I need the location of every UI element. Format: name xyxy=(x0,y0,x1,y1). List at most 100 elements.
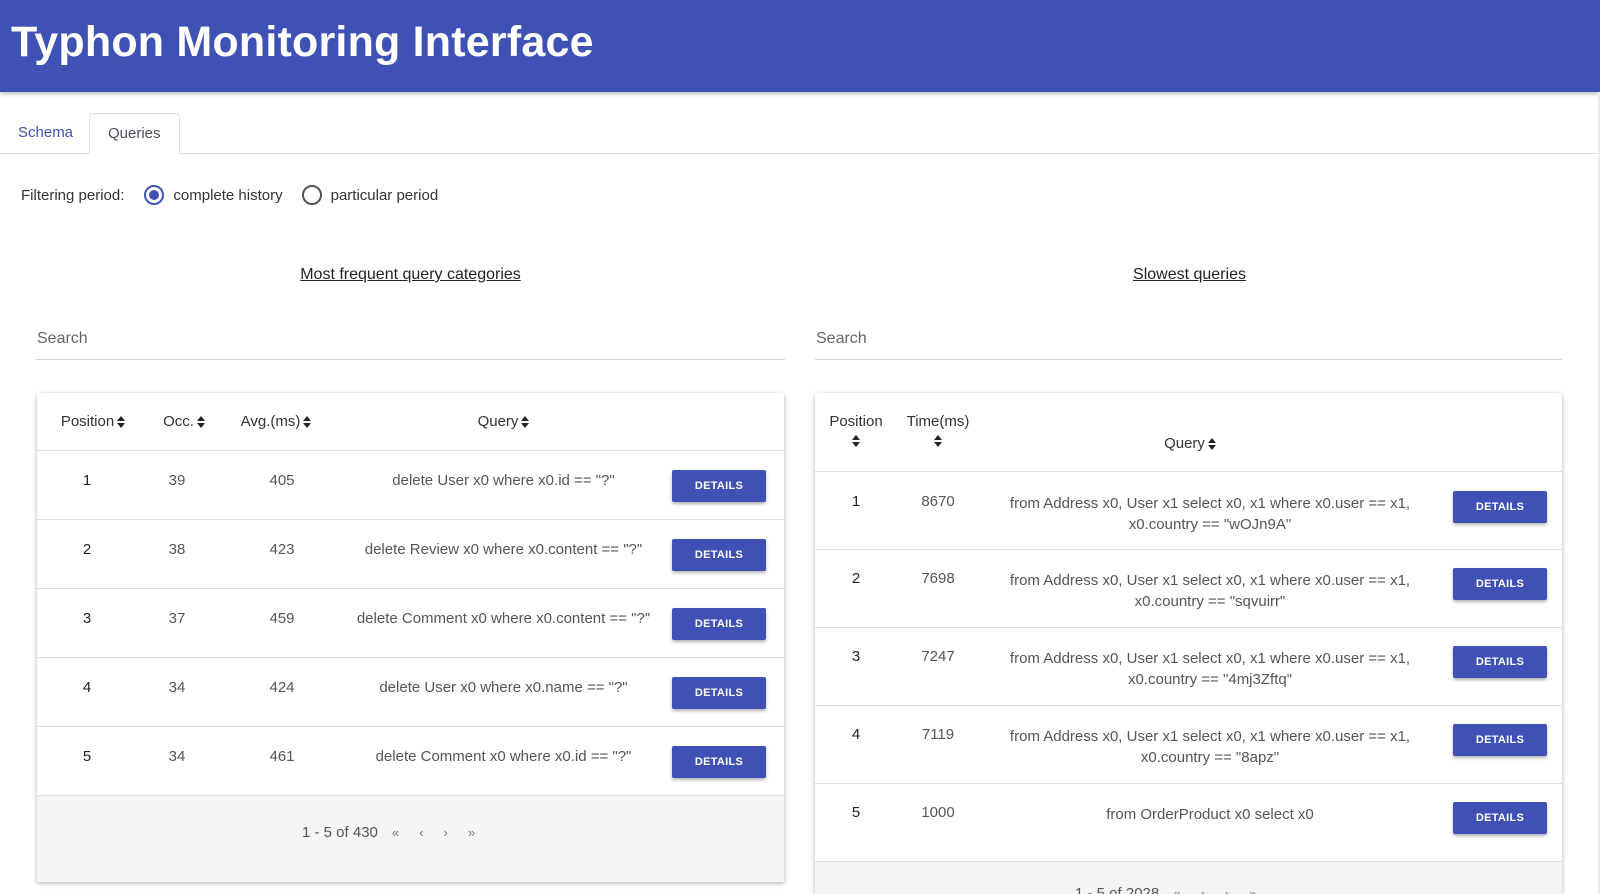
sort-icon[interactable] xyxy=(521,415,530,429)
radio-unchecked-icon[interactable] xyxy=(301,185,322,205)
details-button[interactable]: DETAILS xyxy=(672,677,766,709)
table-row: 4 34 424 delete User x0 where x0.name ==… xyxy=(37,658,784,727)
cell-time: 7247 xyxy=(921,648,955,665)
cell-occ: 37 xyxy=(168,610,186,627)
details-button[interactable]: DETAILS xyxy=(672,539,766,571)
last-page-icon[interactable]: » xyxy=(1249,886,1256,894)
sort-icon[interactable] xyxy=(196,415,205,429)
details-button[interactable]: DETAILS xyxy=(1453,568,1547,600)
app-title: Typhon Monitoring Interface xyxy=(11,18,594,66)
radio-label-complete-history: complete history xyxy=(173,186,283,204)
col-occ[interactable]: Occ. xyxy=(149,413,219,430)
prev-page-icon[interactable]: ‹ xyxy=(419,825,423,840)
col-query[interactable]: Query xyxy=(337,413,670,430)
last-page-icon[interactable]: » xyxy=(468,825,475,840)
tab-queries[interactable]: Queries xyxy=(89,113,180,155)
radio-label-particular-period: particular period xyxy=(330,186,439,204)
tab-bar: Schema Queries xyxy=(0,113,1598,155)
cell-query: from Address x0, User x1 select x0, x1 w… xyxy=(1009,728,1411,766)
cell-query: from OrderProduct x0 select x0 xyxy=(1106,806,1314,823)
details-button[interactable]: DETAILS xyxy=(1453,646,1547,678)
cell-query: delete Review x0 where x0.content == "?" xyxy=(364,541,643,558)
table-row: 1 39 405 delete User x0 where x0.id == "… xyxy=(37,451,784,520)
sort-icon[interactable] xyxy=(303,415,312,429)
next-page-icon[interactable]: › xyxy=(1225,886,1229,894)
details-button[interactable]: DETAILS xyxy=(1453,802,1547,834)
table-row: 2 7698 from Address x0, User x1 select x… xyxy=(815,550,1562,628)
left-table-card: Position Occ. Avg.(ms) Query 1 39 405 de… xyxy=(37,393,784,882)
cell-position: 3 xyxy=(82,610,92,627)
prev-page-icon[interactable]: ‹ xyxy=(1200,886,1204,894)
filter-row: Filtering period: complete history parti… xyxy=(21,183,457,207)
cell-query: from Address x0, User x1 select x0, x1 w… xyxy=(1009,650,1411,688)
left-search-input[interactable]: Search xyxy=(36,322,785,360)
cell-query: from Address x0, User x1 select x0, x1 w… xyxy=(1009,572,1411,610)
details-button[interactable]: DETAILS xyxy=(1453,491,1547,523)
radio-particular-period[interactable]: particular period xyxy=(301,185,439,205)
next-page-icon[interactable]: › xyxy=(443,825,447,840)
radio-checked-icon[interactable] xyxy=(144,185,165,205)
tab-schema[interactable]: Schema xyxy=(0,113,91,154)
cell-query: delete Comment x0 where x0.content == "?… xyxy=(356,610,651,627)
left-table-header: Position Occ. Avg.(ms) Query xyxy=(37,393,784,451)
cell-avg: 459 xyxy=(269,610,295,627)
left-panel-title[interactable]: Most frequent query categories xyxy=(36,266,785,284)
cell-position: 1 xyxy=(851,493,861,510)
table-row: 5 1000 from OrderProduct x0 select x0 DE… xyxy=(815,784,1562,862)
sort-icon[interactable] xyxy=(934,434,942,448)
filter-label: Filtering period: xyxy=(21,186,125,204)
details-button[interactable]: DETAILS xyxy=(672,608,766,640)
cell-position: 2 xyxy=(851,570,861,587)
cell-occ: 34 xyxy=(168,748,186,765)
cell-avg: 461 xyxy=(269,748,295,765)
right-table-card: Position Time(ms) Query 1 8670 from Addr… xyxy=(815,393,1562,894)
cell-position: 3 xyxy=(851,648,861,665)
sort-icon[interactable] xyxy=(117,415,126,429)
pager: 1 - 5 of 430 « ‹ › » xyxy=(302,824,475,841)
table-row: 5 34 461 delete Comment x0 where x0.id =… xyxy=(37,727,784,796)
cell-occ: 34 xyxy=(168,679,186,696)
table-row: 1 8670 from Address x0, User x1 select x… xyxy=(815,472,1562,550)
right-search-input[interactable]: Search xyxy=(815,322,1562,360)
cell-position: 4 xyxy=(851,726,861,743)
right-table-header: Position Time(ms) Query xyxy=(815,393,1562,472)
cell-query: delete User x0 where x0.name == "?" xyxy=(379,679,628,696)
col-position[interactable]: Position xyxy=(823,413,889,449)
table-row: 3 7247 from Address x0, User x1 select x… xyxy=(815,628,1562,706)
details-button[interactable]: DETAILS xyxy=(672,470,766,502)
col-time[interactable]: Time(ms) xyxy=(903,413,973,449)
cell-query: delete User x0 where x0.id == "?" xyxy=(392,472,615,489)
cell-time: 8670 xyxy=(921,493,955,510)
cell-position: 5 xyxy=(82,748,92,765)
sort-icon[interactable] xyxy=(852,434,860,448)
left-pagination: 1 - 5 of 430 « ‹ › » xyxy=(37,796,784,882)
cell-occ: 38 xyxy=(168,541,186,558)
cell-time: 7698 xyxy=(921,570,955,587)
details-button[interactable]: DETAILS xyxy=(1453,724,1547,756)
col-avg[interactable]: Avg.(ms) xyxy=(222,413,330,430)
cell-avg: 405 xyxy=(269,472,295,489)
cell-position: 1 xyxy=(82,472,92,489)
cell-occ: 39 xyxy=(168,472,186,489)
cell-time: 7119 xyxy=(921,726,955,743)
cell-position: 5 xyxy=(851,804,861,821)
cell-position: 2 xyxy=(82,541,92,558)
col-position[interactable]: Position xyxy=(43,413,143,430)
table-row: 4 7119 from Address x0, User x1 select x… xyxy=(815,706,1562,784)
radio-complete-history[interactable]: complete history xyxy=(144,185,283,205)
cell-avg: 423 xyxy=(269,541,295,558)
cell-avg: 424 xyxy=(269,679,295,696)
app-header: Typhon Monitoring Interface xyxy=(0,0,1600,92)
table-row: 3 37 459 delete Comment x0 where x0.cont… xyxy=(37,589,784,658)
first-page-icon[interactable]: « xyxy=(392,825,399,840)
first-page-icon[interactable]: « xyxy=(1173,886,1180,894)
right-pagination: 1 - 5 of 2028 « ‹ › » xyxy=(815,862,1562,894)
pager: 1 - 5 of 2028 « ‹ › » xyxy=(1075,885,1256,894)
pagination-range: 1 - 5 of 2028 xyxy=(1075,885,1160,894)
right-panel-title[interactable]: Slowest queries xyxy=(815,266,1564,284)
sort-icon[interactable] xyxy=(1207,437,1216,451)
cell-time: 1000 xyxy=(921,804,955,821)
pagination-range: 1 - 5 of 430 xyxy=(302,824,378,841)
col-query[interactable]: Query xyxy=(995,435,1385,452)
details-button[interactable]: DETAILS xyxy=(672,746,766,778)
